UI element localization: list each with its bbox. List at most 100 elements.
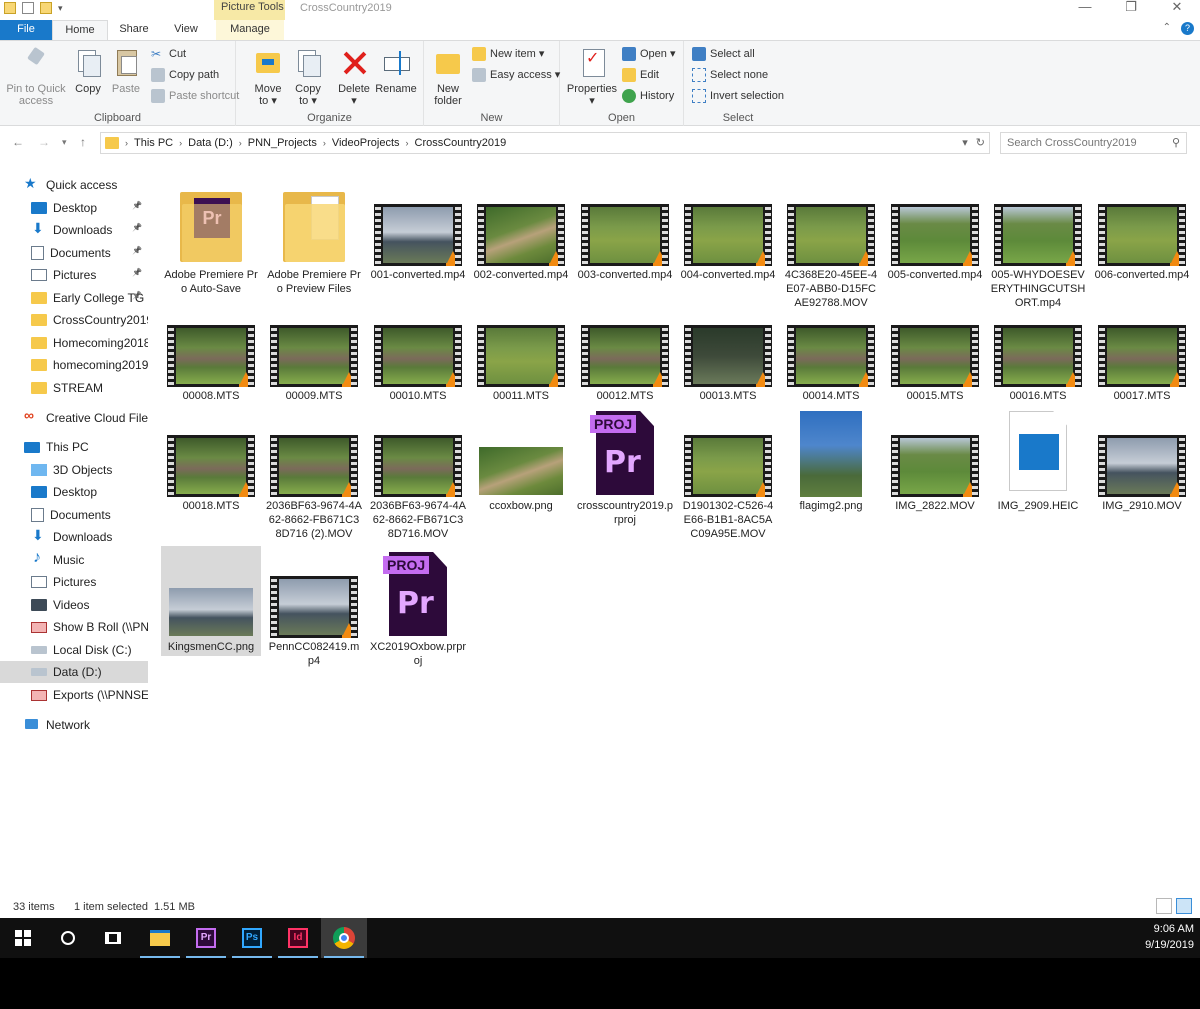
chevron-right-icon[interactable]: › [125, 138, 128, 148]
large-icons-view-icon[interactable] [1176, 898, 1192, 914]
properties-button[interactable]: Properties ▾ [564, 45, 620, 107]
invert-selection-button[interactable]: Invert selection [692, 87, 784, 105]
taskbar-photoshop[interactable]: Ps [229, 918, 275, 958]
sidebar-item-homecoming2018[interactable]: Homecoming2018 [0, 332, 148, 354]
file-item[interactable]: 004-converted.mp4 [678, 174, 778, 284]
file-item[interactable]: 005-WHYDOESEVERYTHINGCUTSHORT.mp4 [988, 174, 1088, 312]
file-item[interactable]: IMG_2822.MOV [885, 405, 985, 515]
open-button[interactable]: Open ▾ [622, 45, 676, 63]
chevron-right-icon[interactable]: › [323, 138, 326, 148]
file-item[interactable]: 005-converted.mp4 [885, 174, 985, 284]
sidebar-item-documents[interactable]: Documents [0, 504, 148, 526]
file-item[interactable]: Pr Adobe Premiere Pro Auto-Save [161, 174, 261, 298]
taskbar-chrome[interactable] [321, 918, 367, 958]
sidebar-item-data-d[interactable]: Data (D:) [0, 661, 148, 683]
sidebar-item-network[interactable]: Network [0, 714, 148, 736]
move-to-button[interactable]: Move to ▾ [246, 45, 290, 107]
sidebar-item-videos[interactable]: Videos [0, 594, 148, 616]
tab-home[interactable]: Home [52, 20, 108, 40]
breadcrumb-this-pc[interactable]: This PC [134, 137, 173, 149]
file-item[interactable]: Adobe Premiere Pro Preview Files [264, 174, 364, 298]
copy-path-button[interactable]: Copy path [151, 66, 219, 84]
select-all-button[interactable]: Select all [692, 45, 755, 63]
easy-access-button[interactable]: Easy access ▾ [472, 66, 560, 84]
ribbon-collapse-icon[interactable]: ⌃ [1163, 22, 1171, 35]
new-item-button[interactable]: New item ▾ [472, 45, 544, 63]
sidebar-item-homecoming2019[interactable]: homecoming2019 [0, 354, 148, 376]
cut-button[interactable]: ✂ Cut [151, 45, 186, 63]
pin-icon[interactable]: 📌 [132, 223, 142, 232]
properties-qat-icon[interactable] [22, 2, 34, 14]
system-clock[interactable]: 9:06 AM 9/19/2019 [1145, 921, 1194, 953]
copy-to-button[interactable]: Copy to ▾ [286, 45, 330, 107]
address-dropdown-icon[interactable]: ▾ [962, 136, 968, 149]
file-item[interactable]: 00011.MTS [471, 295, 571, 405]
file-item[interactable]: 00015.MTS [885, 295, 985, 405]
file-item[interactable]: 00016.MTS [988, 295, 1088, 405]
sidebar-item-creative-cloud-files[interactable]: Creative Cloud Files [0, 407, 148, 429]
search-input[interactable]: Search CrossCountry2019 ⚲ [1000, 132, 1187, 154]
file-item[interactable]: 00008.MTS [161, 295, 261, 405]
file-item[interactable]: 00012.MTS [575, 295, 675, 405]
minimize-icon[interactable]: — [1062, 0, 1108, 20]
file-item[interactable]: PennCC082419.mp4 [264, 546, 364, 670]
tab-view[interactable]: View [162, 20, 210, 40]
paste-shortcut-button[interactable]: Paste shortcut [151, 87, 239, 105]
sidebar-item-early-college-tg[interactable]: Early College TG 📌 [0, 287, 148, 309]
select-none-button[interactable]: Select none [692, 66, 768, 84]
pin-icon[interactable]: 📌 [132, 268, 142, 277]
file-item[interactable]: 2036BF63-9674-4A62-8662-FB671C38D716.MOV [368, 405, 468, 543]
forward-arrow-icon[interactable]: → [38, 135, 50, 149]
sidebar-item-exports-pnnserv[interactable]: Exports (\\PNNSERV [0, 684, 148, 706]
sidebar-item-3d-objects[interactable]: 3D Objects [0, 459, 148, 481]
details-view-icon[interactable] [1156, 898, 1172, 914]
file-item[interactable]: 2036BF63-9674-4A62-8662-FB671C38D716 (2)… [264, 405, 364, 543]
sidebar-item-documents[interactable]: Documents 📌 [0, 242, 148, 264]
taskbar-premiere-pro[interactable]: Pr [183, 918, 229, 958]
pin-icon[interactable]: 📌 [132, 201, 142, 210]
address-bar[interactable]: › This PC › Data (D:) › PNN_Projects › V… [100, 132, 990, 154]
sidebar-item-crosscountry2019[interactable]: CrossCountry2019 [0, 309, 148, 331]
task-view-button[interactable] [90, 918, 136, 958]
qat-dropdown-icon[interactable]: ▾ [58, 3, 63, 14]
sidebar-item-music[interactable]: Music [0, 549, 148, 571]
file-item[interactable]: 00010.MTS [368, 295, 468, 405]
sidebar-item-pictures[interactable]: Pictures [0, 571, 148, 593]
close-icon[interactable]: ✕ [1154, 0, 1200, 20]
help-icon[interactable]: ? [1181, 22, 1194, 35]
taskbar-file-explorer[interactable] [137, 918, 183, 958]
breadcrumb-data-d[interactable]: Data (D:) [188, 137, 233, 149]
back-arrow-icon[interactable]: ← [12, 135, 24, 149]
file-item[interactable]: 4C368E20-45EE-4E07-ABB0-D15FCAE92788.MOV [781, 174, 881, 312]
file-item[interactable]: flagimg2.png [781, 405, 881, 515]
search-button[interactable] [45, 918, 91, 958]
file-item[interactable]: PROJ Pr XC2019Oxbow.prproj [368, 546, 468, 670]
chevron-right-icon[interactable]: › [239, 138, 242, 148]
file-item[interactable]: D1901302-C526-4E66-B1B1-8AC5AC09A95E.MOV [678, 405, 778, 543]
file-item[interactable]: 006-converted.mp4 [1092, 174, 1192, 284]
sidebar-item-this-pc[interactable]: This PC [0, 436, 148, 458]
breadcrumb-videoprojects[interactable]: VideoProjects [332, 137, 400, 149]
edit-button[interactable]: Edit [622, 66, 659, 84]
file-item[interactable]: 003-converted.mp4 [575, 174, 675, 284]
sidebar-item-local-disk-c[interactable]: Local Disk (C:) [0, 639, 148, 661]
file-item[interactable]: 00014.MTS [781, 295, 881, 405]
sidebar-item-stream[interactable]: STREAM [0, 377, 148, 399]
refresh-icon[interactable]: ↻ [976, 136, 985, 149]
new-folder-button[interactable]: New folder [426, 45, 470, 107]
breadcrumb-crosscountry2019[interactable]: CrossCountry2019 [415, 137, 507, 149]
pin-to-quick-access-button[interactable]: Pin to Quick access [2, 45, 70, 107]
file-item[interactable]: 00017.MTS [1092, 295, 1192, 405]
file-item[interactable]: ccoxbow.png [471, 405, 571, 515]
sidebar-item-desktop[interactable]: Desktop [0, 481, 148, 503]
tab-file[interactable]: File [0, 20, 52, 40]
file-item[interactable]: KingsmenCC.png [161, 546, 261, 656]
restore-icon[interactable]: ❐ [1108, 0, 1154, 20]
taskbar-indesign[interactable]: Id [275, 918, 321, 958]
file-item[interactable]: PROJ Pr crosscountry2019.prproj [575, 405, 675, 529]
new-folder-qat-icon[interactable] [40, 2, 52, 14]
paste-button[interactable]: Paste [104, 45, 148, 95]
tab-manage[interactable]: Manage [216, 20, 284, 40]
sidebar-item-desktop[interactable]: Desktop 📌 [0, 197, 148, 219]
sidebar-item-downloads[interactable]: Downloads [0, 526, 148, 548]
